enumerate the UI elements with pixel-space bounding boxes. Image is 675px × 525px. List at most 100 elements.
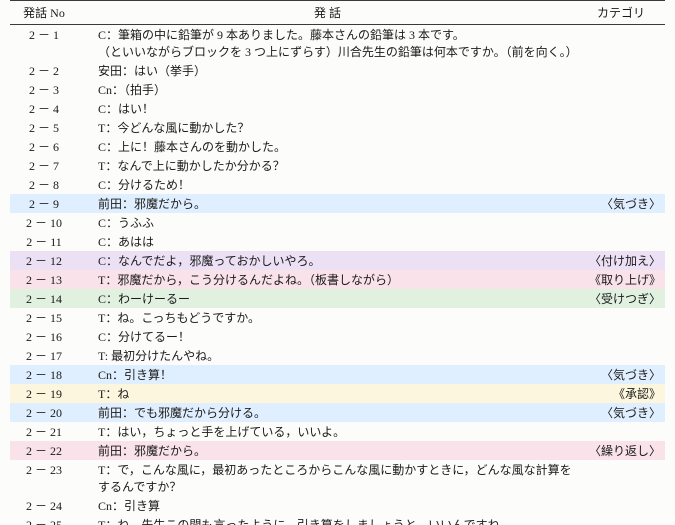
table-row: 2 － 12C：なんでだよ，邪魔っておかしいやろ。〈付け加え〉 <box>10 251 665 270</box>
cell-utterance: C：筆箱の中に鉛筆が 9 本ありました。藤本さんの鉛筆は 3 本です。 （といい… <box>78 25 577 62</box>
table-row: 2 － 17T: 最初分けたんやね。 <box>10 346 665 365</box>
cell-category: 〈付け加え〉 <box>577 251 665 270</box>
cell-utterance: T：で，こんな風に，最初あったところからこんな風に動かすときに，どんな風な計算を… <box>78 460 577 496</box>
cell-no: 2 － 21 <box>10 422 78 441</box>
table-row: 2 － 8C：分けるため！ <box>10 175 665 194</box>
col-cat: カテゴリ <box>577 1 665 25</box>
cell-category <box>577 156 665 175</box>
cell-no: 2 － 9 <box>10 194 78 213</box>
cell-utterance: C：分けてるー！ <box>78 327 577 346</box>
cell-utterance: 安田：はい（挙手） <box>78 61 577 80</box>
table-row: 2 － 11C：あはは <box>10 232 665 251</box>
cell-category <box>577 460 665 496</box>
cell-no: 2 － 3 <box>10 80 78 99</box>
cell-category <box>577 25 665 62</box>
cell-no: 2 － 15 <box>10 308 78 327</box>
cell-no: 2 － 2 <box>10 61 78 80</box>
cell-category: 〈気づき〉 <box>577 403 665 422</box>
table-row: 2 － 18Cn：引き算！〈気づき〉 <box>10 365 665 384</box>
cell-utterance: C：わーけーるー <box>78 289 577 308</box>
cell-category <box>577 118 665 137</box>
table-row: 2 － 21T：はい，ちょっと手を上げている，いいよ。 <box>10 422 665 441</box>
table-row: 2 － 7T：なんで上に動かしたか分かる？ <box>10 156 665 175</box>
cell-utterance: T：今どんな風に動かした？ <box>78 118 577 137</box>
cell-no: 2 － 18 <box>10 365 78 384</box>
table-row: 2 － 6C：上に！藤本さんのを動かした。 <box>10 137 665 156</box>
cell-category <box>577 137 665 156</box>
cell-utterance: C：なんでだよ，邪魔っておかしいやろ。 <box>78 251 577 270</box>
cell-no: 2 － 22 <box>10 441 78 460</box>
cell-no: 2 － 19 <box>10 384 78 403</box>
cell-category: 《承認》 <box>577 384 665 403</box>
cell-category <box>577 61 665 80</box>
cell-no: 2 － 11 <box>10 232 78 251</box>
document-page: 発話 No 発 話 カテゴリ 2 － 1C：筆箱の中に鉛筆が 9 本ありました。… <box>0 0 675 525</box>
table-row: 2 － 2安田：はい（挙手） <box>10 61 665 80</box>
cell-category: 〈繰り返し〉 <box>577 441 665 460</box>
cell-no: 2 － 25 <box>10 515 78 525</box>
cell-no: 2 － 20 <box>10 403 78 422</box>
col-utt: 発 話 <box>78 1 577 25</box>
table-row: 2 － 5T：今どんな風に動かした？ <box>10 118 665 137</box>
table-body: 2 － 1C：筆箱の中に鉛筆が 9 本ありました。藤本さんの鉛筆は 3 本です。… <box>10 25 665 525</box>
table-row: 2 － 3Cn：（拍手） <box>10 80 665 99</box>
table-row: 2 － 14C：わーけーるー〈受けつぎ〉 <box>10 289 665 308</box>
cell-no: 2 － 4 <box>10 99 78 118</box>
cell-no: 2 － 17 <box>10 346 78 365</box>
cell-no: 2 － 1 <box>10 25 78 62</box>
cell-no: 2 － 8 <box>10 175 78 194</box>
table-row: 2 － 23T：で，こんな風に，最初あったところからこんな風に動かすときに，どん… <box>10 460 665 496</box>
cell-category: 〈気づき〉 <box>577 194 665 213</box>
cell-utterance: T：ね。こっちもどうですか。 <box>78 308 577 327</box>
cell-utterance: T：はい，ちょっと手を上げている，いいよ。 <box>78 422 577 441</box>
cell-utterance: 前田：邪魔だから。 <box>78 441 577 460</box>
cell-no: 2 － 23 <box>10 460 78 496</box>
cell-category <box>577 232 665 251</box>
cell-utterance: C：分けるため！ <box>78 175 577 194</box>
table-row: 2 － 16C：分けてるー！ <box>10 327 665 346</box>
cell-category <box>577 496 665 515</box>
table-row: 2 － 1C：筆箱の中に鉛筆が 9 本ありました。藤本さんの鉛筆は 3 本です。… <box>10 25 665 62</box>
cell-category: 〈受けつぎ〉 <box>577 289 665 308</box>
table-row: 2 － 13T：邪魔だから，こう分けるんだよね。（板書しながら）《取り上げ》 <box>10 270 665 289</box>
cell-no: 2 － 13 <box>10 270 78 289</box>
table-row: 2 － 19T：ね《承認》 <box>10 384 665 403</box>
table-row: 2 － 20前田：でも邪魔だから分ける。〈気づき〉 <box>10 403 665 422</box>
table-row: 2 － 22前田：邪魔だから。〈繰り返し〉 <box>10 441 665 460</box>
cell-no: 2 － 12 <box>10 251 78 270</box>
cell-utterance: T：邪魔だから，こう分けるんだよね。（板書しながら） <box>78 270 577 289</box>
table-row: 2 － 24Cn：引き算 <box>10 496 665 515</box>
table-row: 2 － 10C：うふふ <box>10 213 665 232</box>
cell-utterance: T：ね。先生この間も言ったように，引き算をしましょうと，いいんですね。 <box>78 515 577 525</box>
cell-category <box>577 422 665 441</box>
col-no: 発話 No <box>10 1 78 25</box>
cell-utterance: C：あはは <box>78 232 577 251</box>
cell-no: 2 － 14 <box>10 289 78 308</box>
table-row: 2 － 25T：ね。先生この間も言ったように，引き算をしましょうと，いいんですね… <box>10 515 665 525</box>
cell-utterance: Cn：引き算 <box>78 496 577 515</box>
cell-category <box>577 213 665 232</box>
cell-utterance: 前田：邪魔だから。 <box>78 194 577 213</box>
cell-no: 2 － 24 <box>10 496 78 515</box>
cell-utterance: C：はい！ <box>78 99 577 118</box>
cell-utterance: C：うふふ <box>78 213 577 232</box>
cell-utterance: Cn：（拍手） <box>78 80 577 99</box>
table-row: 2 － 15T：ね。こっちもどうですか。 <box>10 308 665 327</box>
cell-no: 2 － 7 <box>10 156 78 175</box>
cell-category <box>577 80 665 99</box>
cell-utterance: 前田：でも邪魔だから分ける。 <box>78 403 577 422</box>
header-row: 発話 No 発 話 カテゴリ <box>10 1 665 25</box>
cell-category <box>577 99 665 118</box>
cell-utterance: T：なんで上に動かしたか分かる？ <box>78 156 577 175</box>
cell-no: 2 － 10 <box>10 213 78 232</box>
cell-category <box>577 327 665 346</box>
cell-no: 2 － 5 <box>10 118 78 137</box>
cell-no: 2 － 6 <box>10 137 78 156</box>
cell-category <box>577 308 665 327</box>
table-row: 2 － 9前田：邪魔だから。〈気づき〉 <box>10 194 665 213</box>
cell-utterance: T: 最初分けたんやね。 <box>78 346 577 365</box>
cell-utterance: Cn：引き算！ <box>78 365 577 384</box>
table-row: 2 － 4C：はい！ <box>10 99 665 118</box>
cell-utterance: C：上に！藤本さんのを動かした。 <box>78 137 577 156</box>
cell-category: 〈気づき〉 <box>577 365 665 384</box>
